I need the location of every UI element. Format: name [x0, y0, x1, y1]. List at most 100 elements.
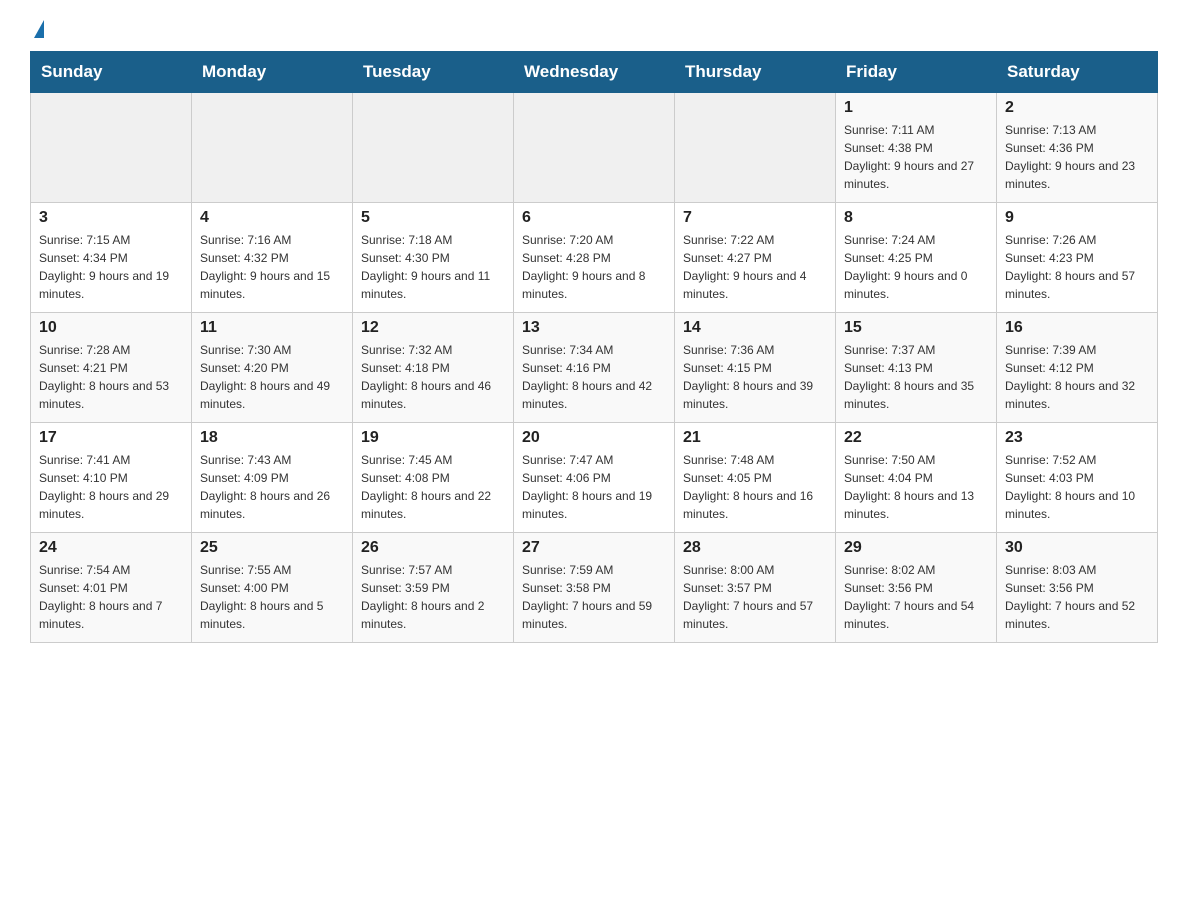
day-info: Sunrise: 7:16 AMSunset: 4:32 PMDaylight:…	[200, 231, 344, 303]
day-info: Sunrise: 7:54 AMSunset: 4:01 PMDaylight:…	[39, 561, 183, 633]
calendar-cell: 15 Sunrise: 7:37 AMSunset: 4:13 PMDayligh…	[836, 313, 997, 423]
day-info: Sunrise: 7:50 AMSunset: 4:04 PMDaylight:…	[844, 451, 988, 523]
calendar-cell: 11 Sunrise: 7:30 AMSunset: 4:20 PMDayligh…	[192, 313, 353, 423]
day-info: Sunrise: 8:03 AMSunset: 3:56 PMDaylight:…	[1005, 561, 1149, 633]
calendar-cell: 12 Sunrise: 7:32 AMSunset: 4:18 PMDayligh…	[353, 313, 514, 423]
day-info: Sunrise: 7:13 AMSunset: 4:36 PMDaylight:…	[1005, 121, 1149, 193]
calendar-cell: 4 Sunrise: 7:16 AMSunset: 4:32 PMDaylight…	[192, 203, 353, 313]
calendar-cell: 10 Sunrise: 7:28 AMSunset: 4:21 PMDayligh…	[31, 313, 192, 423]
calendar-week-row: 17Sunrise: 7:41 AMSunset: 4:10 PMDayligh…	[31, 423, 1158, 533]
day-number: 27	[522, 539, 666, 557]
day-number: 26	[361, 539, 505, 557]
calendar-week-row: 24 Sunrise: 7:54 AMSunset: 4:01 PMDayligh…	[31, 533, 1158, 643]
day-info: Sunrise: 7:45 AMSunset: 4:08 PMDaylight:…	[361, 451, 505, 523]
calendar-week-row: 1Sunrise: 7:11 AMSunset: 4:38 PMDaylight…	[31, 93, 1158, 203]
calendar-cell	[353, 93, 514, 203]
day-info: Sunrise: 7:24 AMSunset: 4:25 PMDaylight:…	[844, 231, 988, 303]
calendar-table: SundayMondayTuesdayWednesdayThursdayFrid…	[30, 51, 1158, 643]
weekday-header-saturday: Saturday	[997, 52, 1158, 93]
day-number: 15	[844, 319, 988, 337]
calendar-cell: 30 Sunrise: 8:03 AMSunset: 3:56 PMDayligh…	[997, 533, 1158, 643]
day-number: 3	[39, 209, 183, 227]
day-number: 1	[844, 99, 988, 117]
calendar-cell: 3 Sunrise: 7:15 AMSunset: 4:34 PMDaylight…	[31, 203, 192, 313]
day-info: Sunrise: 7:34 AMSunset: 4:16 PMDaylight:…	[522, 341, 666, 413]
calendar-cell: 17Sunrise: 7:41 AMSunset: 4:10 PMDayligh…	[31, 423, 192, 533]
day-info: Sunrise: 7:22 AMSunset: 4:27 PMDaylight:…	[683, 231, 827, 303]
day-number: 6	[522, 209, 666, 227]
day-number: 10	[39, 319, 183, 337]
calendar-cell: 20 Sunrise: 7:47 AMSunset: 4:06 PMDayligh…	[514, 423, 675, 533]
day-number: 9	[1005, 209, 1149, 227]
day-number: 8	[844, 209, 988, 227]
calendar-cell: 7 Sunrise: 7:22 AMSunset: 4:27 PMDaylight…	[675, 203, 836, 313]
calendar-cell: 9 Sunrise: 7:26 AMSunset: 4:23 PMDaylight…	[997, 203, 1158, 313]
weekday-header-tuesday: Tuesday	[353, 52, 514, 93]
calendar-cell: 8 Sunrise: 7:24 AMSunset: 4:25 PMDaylight…	[836, 203, 997, 313]
day-info: Sunrise: 7:39 AMSunset: 4:12 PMDaylight:…	[1005, 341, 1149, 413]
day-info: Sunrise: 7:32 AMSunset: 4:18 PMDaylight:…	[361, 341, 505, 413]
calendar-cell	[192, 93, 353, 203]
day-info: Sunrise: 7:36 AMSunset: 4:15 PMDaylight:…	[683, 341, 827, 413]
day-number: 12	[361, 319, 505, 337]
day-info: Sunrise: 7:59 AMSunset: 3:58 PMDaylight:…	[522, 561, 666, 633]
weekday-header-sunday: Sunday	[31, 52, 192, 93]
day-info: Sunrise: 7:15 AMSunset: 4:34 PMDaylight:…	[39, 231, 183, 303]
day-info: Sunrise: 7:47 AMSunset: 4:06 PMDaylight:…	[522, 451, 666, 523]
calendar-cell: 19 Sunrise: 7:45 AMSunset: 4:08 PMDayligh…	[353, 423, 514, 533]
calendar-cell: 21Sunrise: 7:48 AMSunset: 4:05 PMDayligh…	[675, 423, 836, 533]
day-info: Sunrise: 7:48 AMSunset: 4:05 PMDaylight:…	[683, 451, 827, 523]
day-number: 30	[1005, 539, 1149, 557]
calendar-week-row: 10 Sunrise: 7:28 AMSunset: 4:21 PMDayligh…	[31, 313, 1158, 423]
day-info: Sunrise: 7:55 AMSunset: 4:00 PMDaylight:…	[200, 561, 344, 633]
weekday-header-wednesday: Wednesday	[514, 52, 675, 93]
day-info: Sunrise: 7:28 AMSunset: 4:21 PMDaylight:…	[39, 341, 183, 413]
day-info: Sunrise: 7:30 AMSunset: 4:20 PMDaylight:…	[200, 341, 344, 413]
calendar-week-row: 3 Sunrise: 7:15 AMSunset: 4:34 PMDaylight…	[31, 203, 1158, 313]
logo	[30, 20, 44, 41]
calendar-cell: 18 Sunrise: 7:43 AMSunset: 4:09 PMDayligh…	[192, 423, 353, 533]
day-number: 11	[200, 319, 344, 337]
calendar-cell: 25 Sunrise: 7:55 AMSunset: 4:00 PMDayligh…	[192, 533, 353, 643]
day-number: 20	[522, 429, 666, 447]
day-number: 4	[200, 209, 344, 227]
calendar-cell: 24 Sunrise: 7:54 AMSunset: 4:01 PMDayligh…	[31, 533, 192, 643]
calendar-cell	[31, 93, 192, 203]
calendar-cell: 26 Sunrise: 7:57 AMSunset: 3:59 PMDayligh…	[353, 533, 514, 643]
page-header	[30, 20, 1158, 41]
day-number: 28	[683, 539, 827, 557]
day-info: Sunrise: 8:00 AMSunset: 3:57 PMDaylight:…	[683, 561, 827, 633]
day-info: Sunrise: 7:26 AMSunset: 4:23 PMDaylight:…	[1005, 231, 1149, 303]
weekday-header-monday: Monday	[192, 52, 353, 93]
day-info: Sunrise: 7:18 AMSunset: 4:30 PMDaylight:…	[361, 231, 505, 303]
day-number: 2	[1005, 99, 1149, 117]
calendar-cell: 14 Sunrise: 7:36 AMSunset: 4:15 PMDayligh…	[675, 313, 836, 423]
day-number: 5	[361, 209, 505, 227]
day-info: Sunrise: 7:20 AMSunset: 4:28 PMDaylight:…	[522, 231, 666, 303]
calendar-cell: 1Sunrise: 7:11 AMSunset: 4:38 PMDaylight…	[836, 93, 997, 203]
day-number: 18	[200, 429, 344, 447]
calendar-cell: 23Sunrise: 7:52 AMSunset: 4:03 PMDayligh…	[997, 423, 1158, 533]
day-info: Sunrise: 7:52 AMSunset: 4:03 PMDaylight:…	[1005, 451, 1149, 523]
calendar-cell: 2 Sunrise: 7:13 AMSunset: 4:36 PMDaylight…	[997, 93, 1158, 203]
day-number: 14	[683, 319, 827, 337]
day-info: Sunrise: 7:57 AMSunset: 3:59 PMDaylight:…	[361, 561, 505, 633]
calendar-cell: 29Sunrise: 8:02 AMSunset: 3:56 PMDayligh…	[836, 533, 997, 643]
calendar-cell: 27 Sunrise: 7:59 AMSunset: 3:58 PMDayligh…	[514, 533, 675, 643]
calendar-cell: 13Sunrise: 7:34 AMSunset: 4:16 PMDayligh…	[514, 313, 675, 423]
calendar-cell: 22 Sunrise: 7:50 AMSunset: 4:04 PMDayligh…	[836, 423, 997, 533]
day-number: 16	[1005, 319, 1149, 337]
day-info: Sunrise: 7:37 AMSunset: 4:13 PMDaylight:…	[844, 341, 988, 413]
weekday-header-friday: Friday	[836, 52, 997, 93]
day-number: 22	[844, 429, 988, 447]
day-number: 7	[683, 209, 827, 227]
day-number: 25	[200, 539, 344, 557]
day-number: 19	[361, 429, 505, 447]
calendar-cell	[675, 93, 836, 203]
weekday-header-thursday: Thursday	[675, 52, 836, 93]
calendar-cell: 6 Sunrise: 7:20 AMSunset: 4:28 PMDaylight…	[514, 203, 675, 313]
day-number: 24	[39, 539, 183, 557]
day-info: Sunrise: 7:43 AMSunset: 4:09 PMDaylight:…	[200, 451, 344, 523]
day-number: 17	[39, 429, 183, 447]
logo-triangle-icon	[34, 20, 44, 38]
